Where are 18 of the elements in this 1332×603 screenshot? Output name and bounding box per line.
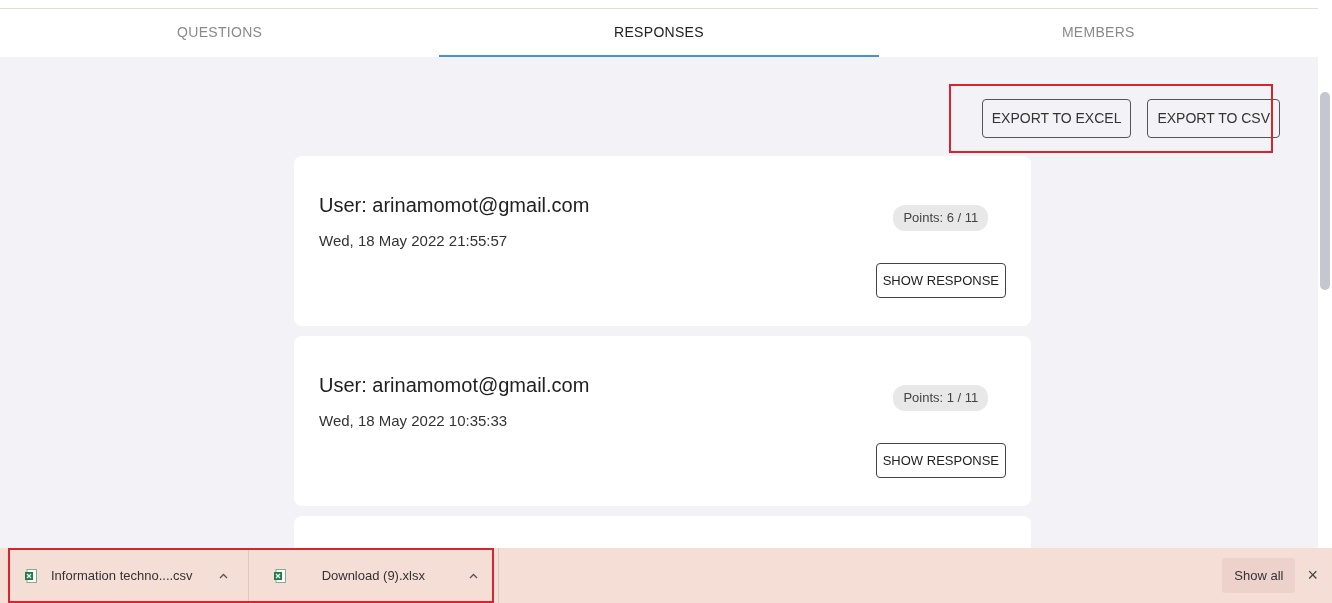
export-button[interactable]: EXPORT TO CSV xyxy=(1147,99,1280,138)
response-date: Wed, 18 May 2022 21:55:57 xyxy=(319,231,509,251)
show-response-button[interactable]: SHOW RESPONSE xyxy=(875,262,1006,298)
points-badge: Points: 6 / 11 xyxy=(893,205,989,231)
spreadsheet-file-icon xyxy=(25,568,37,583)
points-badge: Points: 1 / 11 xyxy=(893,385,989,411)
user-email: User: arinamomot@gmail.com xyxy=(319,193,590,218)
download-filename[interactable]: Information techno....csv xyxy=(51,565,193,586)
response-date: Wed, 18 May 2022 10:35:33 xyxy=(319,411,509,431)
download-filename[interactable]: Download (9).xlsx xyxy=(321,565,425,586)
export-button[interactable]: EXPORT TO EXCEL xyxy=(981,99,1132,138)
user-email: User: arinamomot@gmail.com xyxy=(319,373,590,398)
show-all-button[interactable]: Show all xyxy=(1222,557,1296,594)
tab[interactable]: QUESTIONS xyxy=(0,9,440,57)
show-response-button[interactable]: SHOW RESPONSE xyxy=(875,442,1006,478)
close-button[interactable]: × xyxy=(1295,562,1332,589)
spreadsheet-file-icon xyxy=(273,568,286,583)
scrollbar-thumb[interactable] xyxy=(1320,92,1330,290)
